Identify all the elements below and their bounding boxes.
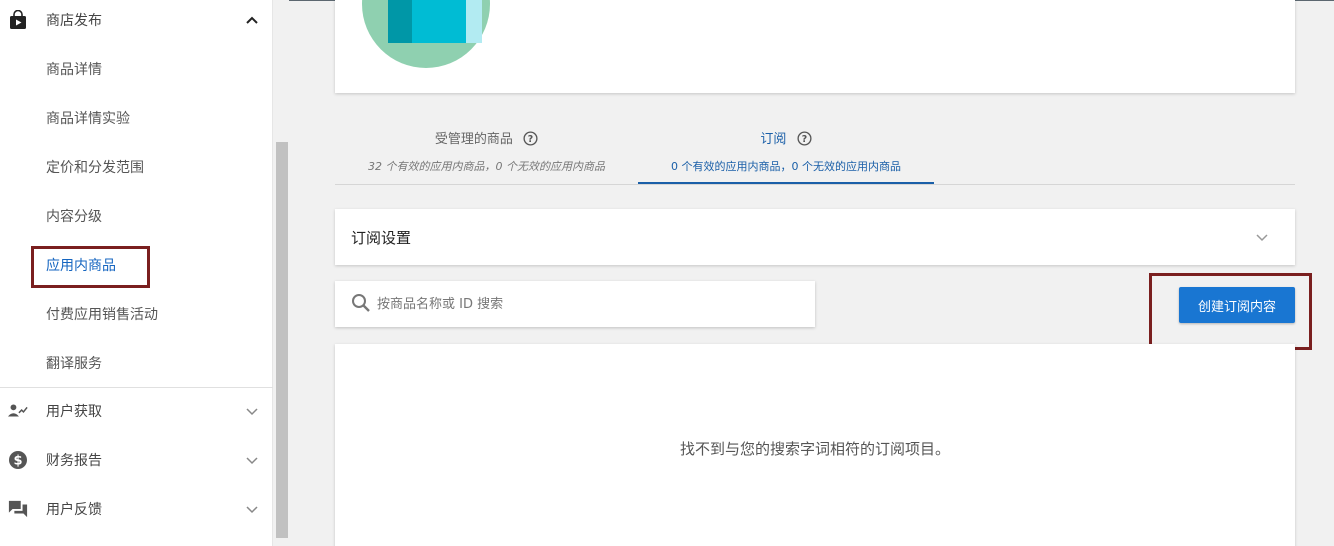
help-icon[interactable]: ? — [523, 131, 538, 150]
product-illustration — [362, 0, 490, 68]
sidebar: 商店发布 商品详情 商品详情实验 定价和分发范围 内容分级 应用内商品 付费应用… — [0, 0, 273, 546]
create-subscription-button[interactable]: 创建订阅内容 — [1179, 287, 1295, 323]
sidebar-item-paid-app-promotions[interactable]: 付费应用销售活动 — [46, 305, 158, 325]
sidebar-scrollbar[interactable] — [273, 0, 289, 546]
sidebar-section-store-publish[interactable]: 商店发布 — [0, 0, 273, 40]
app-root: 商店发布 商品详情 商品详情实验 定价和分发范围 内容分级 应用内商品 付费应用… — [0, 0, 1334, 546]
sidebar-section-label: 商店发布 — [46, 13, 102, 29]
sidebar-section-user-feedback[interactable]: 用户反馈 — [0, 489, 273, 529]
sidebar-section-label: 财务报告 — [46, 453, 102, 469]
dollar-icon: $ — [8, 450, 28, 470]
subscription-settings-title: 订阅设置 — [351, 229, 412, 247]
play-store-bag-icon — [8, 10, 28, 30]
sidebar-item-translation-service[interactable]: 翻译服务 — [46, 354, 102, 374]
sidebar-item-store-listing[interactable]: 商品详情 — [46, 60, 102, 80]
tab-title: 订阅 ? — [638, 128, 934, 150]
chevron-down-icon[interactable] — [245, 502, 259, 516]
sidebar-item-listing-experiments[interactable]: 商品详情实验 — [46, 109, 130, 129]
subscription-settings-panel[interactable]: 订阅设置 — [335, 209, 1295, 265]
sidebar-divider — [0, 387, 273, 388]
tab-managed-products[interactable]: 受管理的商品 ? 32 个有效的应用内商品，0 个无效的应用内商品 — [335, 120, 638, 184]
feedback-icon — [8, 499, 28, 519]
sidebar-section-label: 用户获取 — [46, 404, 102, 420]
subscriptions-list: 找不到与您的搜索字词相符的订阅项目。 — [335, 344, 1295, 546]
tab-subtitle: 0 个有效的应用内商品，0 个无效的应用内商品 — [671, 160, 901, 173]
svg-text:$: $ — [13, 454, 22, 469]
sidebar-section-financial-reports[interactable]: $ 财务报告 — [0, 440, 273, 480]
user-acquisition-icon — [8, 401, 28, 421]
highlight-box-in-app-products — [31, 246, 150, 288]
tab-title-text: 受管理的商品 — [434, 132, 513, 147]
sidebar-section-user-acquisition[interactable]: 用户获取 — [0, 391, 273, 431]
chevron-down-icon[interactable] — [245, 404, 259, 418]
help-icon[interactable]: ? — [797, 131, 812, 150]
tab-subscriptions[interactable]: 订阅 ? 0 个有效的应用内商品，0 个无效的应用内商品 — [638, 120, 934, 184]
chevron-down-icon[interactable] — [245, 453, 259, 467]
search-input[interactable] — [377, 293, 797, 315]
tab-title-text: 订阅 — [760, 132, 787, 147]
sidebar-item-content-rating[interactable]: 内容分级 — [46, 207, 102, 227]
product-type-tabs: 受管理的商品 ? 32 个有效的应用内商品，0 个无效的应用内商品 订阅 ? 0… — [335, 120, 1295, 185]
product-illustration-card — [335, 0, 1295, 93]
svg-text:?: ? — [801, 134, 806, 145]
tab-subtitle: 32 个有效的应用内商品，0 个无效的应用内商品 — [368, 160, 605, 173]
search-icon — [351, 293, 371, 317]
chevron-down-icon[interactable] — [1255, 229, 1269, 248]
tab-title: 受管理的商品 ? — [335, 128, 638, 150]
sidebar-scrollbar-thumb[interactable] — [276, 142, 288, 538]
product-search-box[interactable] — [335, 281, 815, 327]
empty-state-message: 找不到与您的搜索字词相符的订阅项目。 — [679, 440, 950, 458]
sidebar-item-pricing-distribution[interactable]: 定价和分发范围 — [46, 158, 144, 178]
chevron-up-icon[interactable] — [245, 13, 259, 27]
svg-text:?: ? — [528, 134, 533, 145]
active-tab-indicator — [638, 182, 934, 184]
sidebar-section-label: 用户反馈 — [46, 502, 102, 518]
